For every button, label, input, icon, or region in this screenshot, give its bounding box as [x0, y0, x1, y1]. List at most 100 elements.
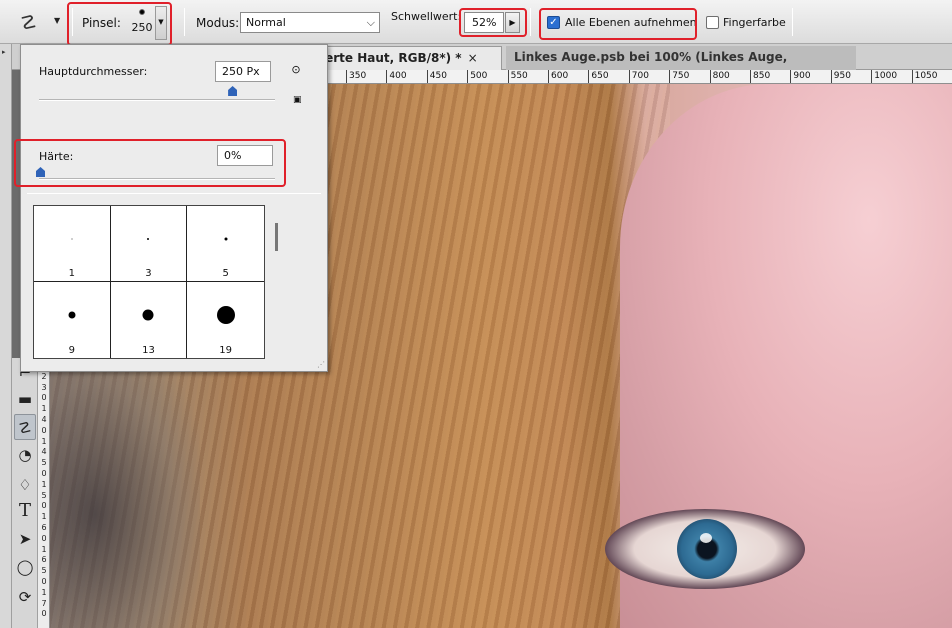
preset-scrollbar[interactable] — [271, 205, 283, 359]
ruler-tick-label: 0 — [41, 393, 47, 403]
ruler-tick-label: 7 — [41, 598, 47, 608]
eye-iris — [677, 519, 737, 579]
ruler-tick-label: 0 — [41, 577, 47, 586]
brush-preset-size: 3 — [145, 268, 152, 279]
dodge-icon[interactable]: ◔ — [14, 442, 36, 468]
ruler-tick-label: 900 — [790, 70, 811, 83]
smudge-icon[interactable]: ☡ — [14, 414, 36, 440]
threshold-input[interactable]: 52% — [464, 12, 504, 33]
tool-preset-dropdown-icon[interactable]: ▼ — [54, 16, 64, 26]
brush-preset[interactable]: 1 — [34, 206, 111, 282]
scrollbar-thumb[interactable] — [275, 223, 278, 251]
ellipse-icon[interactable]: ◯ — [14, 554, 36, 580]
ruler-tick-label: 350 — [346, 70, 366, 83]
ruler-tick-label: 950 — [830, 70, 851, 83]
sample-all-layers-checkbox[interactable]: ✓ — [547, 16, 560, 29]
mode-label: Modus: — [196, 16, 240, 30]
ruler-tick-label: 6 — [41, 523, 47, 532]
ruler-tick-label: 800 — [709, 70, 730, 83]
ruler-tick-label: 4 — [41, 415, 47, 424]
tab-document-1[interactable]: ierte Haut, RGB/8*) * × — [312, 46, 502, 70]
circle-arrow-icon[interactable]: ⊙ — [289, 63, 303, 77]
brush-preset[interactable]: 5 — [187, 206, 264, 282]
brush-tip-icon — [216, 306, 235, 325]
hardness-input[interactable]: 0% — [217, 145, 273, 166]
options-bar: ☡ ▼ Pinsel: 250 ▼ Modus: Normal ⌵ Schwel… — [0, 0, 952, 44]
gradient-icon[interactable]: ▬ — [14, 386, 36, 412]
diameter-slider[interactable] — [39, 99, 275, 101]
new-preset-icon[interactable]: ▣ — [293, 95, 303, 105]
hardness-slider-thumb[interactable] — [36, 167, 45, 177]
ruler-tick-label: 1050 — [911, 70, 938, 83]
type-icon[interactable]: T — [14, 498, 36, 524]
brush-preset-size: 5 — [222, 268, 229, 279]
ruler-tick-label: 5 — [41, 566, 47, 576]
ruler-tick-label: 500 — [467, 70, 487, 83]
brush-tip-icon — [71, 238, 73, 240]
brush-preset[interactable]: 9 — [34, 282, 111, 358]
toolbox: ⌐ ▬ ☡ ◔ ♢ T ➤ ◯ ⟳ — [12, 358, 38, 628]
brush-size-label: 250 — [131, 21, 153, 34]
3d-rotate-icon[interactable]: ⟳ — [14, 584, 36, 610]
horizontal-ruler[interactable]: 350 400 450 500 550 600 650 700 750 800 850 900 950 1… — [320, 70, 952, 84]
path-select-icon[interactable]: ➤ — [14, 526, 36, 552]
finger-paint-label[interactable]: Fingerfarbe — [723, 16, 786, 29]
tab-title: ierte Haut, RGB/8*) * — [321, 51, 462, 65]
diameter-label: Hauptdurchmesser: — [39, 65, 148, 78]
ruler-tick-label: 1 — [41, 587, 47, 597]
ruler-tick-label: 1 — [41, 544, 47, 554]
diameter-input[interactable]: 250 Px — [215, 61, 271, 82]
separator — [72, 8, 73, 36]
separator — [530, 8, 531, 36]
ruler-tick-label: 700 — [628, 70, 649, 83]
hardness-label: Härte: — [39, 150, 74, 163]
ruler-tick-label: 1 — [41, 436, 47, 446]
ruler-tick-label: 450 — [426, 70, 447, 83]
panel-collapse-strip[interactable]: ▸ — [0, 44, 12, 628]
ruler-tick-label: 5 — [41, 458, 47, 468]
eye-area — [605, 509, 805, 589]
brush-tip-icon — [142, 309, 154, 321]
ruler-tick-label: 0 — [41, 469, 47, 478]
resize-grip-icon[interactable]: ⋰ — [317, 360, 325, 369]
ruler-tick-label: 5 — [41, 490, 47, 500]
mode-select-value: Normal — [246, 16, 286, 29]
close-icon[interactable]: × — [468, 51, 478, 65]
finger-paint-checkbox[interactable] — [706, 16, 719, 29]
ruler-tick-label: 1 — [41, 512, 47, 522]
brush-preset-size: 9 — [68, 345, 76, 356]
brush-preset[interactable]: 13 — [111, 282, 188, 358]
brush-preset[interactable]: 19 — [187, 282, 264, 358]
brush-tip-icon — [224, 237, 228, 241]
ruler-tick-label: 0 — [41, 609, 47, 619]
expand-arrow-icon[interactable]: ▸ — [2, 48, 6, 56]
diameter-slider-thumb[interactable] — [228, 86, 238, 96]
ruler-tick-label: 400 — [386, 70, 407, 83]
brush-tip-icon — [139, 9, 145, 15]
threshold-label: Schwellwert: — [391, 10, 462, 23]
brush-preview-button[interactable]: 250 — [130, 6, 154, 40]
ruler-tick-label: 850 — [750, 70, 770, 83]
ruler-tick-label: 600 — [548, 70, 568, 83]
threshold-slider-button[interactable]: ▶ — [505, 12, 520, 33]
ruler-tick-label: 0 — [41, 501, 47, 511]
tab-document-2[interactable]: Linkes Auge.psb bei 100% (Linkes Auge, R… — [506, 46, 856, 86]
ruler-tick-label: 550 — [507, 70, 528, 83]
hardness-slider[interactable] — [39, 178, 275, 180]
brush-preset-size: 13 — [142, 345, 155, 356]
brush-preset[interactable]: 3 — [110, 206, 188, 282]
smudge-icon[interactable]: ☡ — [20, 10, 50, 36]
divider — [27, 193, 321, 194]
pen-icon[interactable]: ♢ — [14, 472, 36, 498]
brush-picker-dropdown-button[interactable]: ▼ — [155, 6, 167, 40]
sample-all-layers-label[interactable]: Alle Ebenen aufnehmen — [565, 16, 697, 29]
eye-glint — [700, 533, 712, 543]
ruler-tick-label: 0 — [41, 533, 47, 543]
ruler-tick-label: 2 — [41, 371, 47, 381]
brush-tip-icon — [147, 238, 150, 240]
mode-select[interactable]: Normal ⌵ — [240, 12, 380, 33]
ruler-tick-label: 4 — [41, 447, 47, 457]
separator — [184, 8, 185, 36]
chevron-down-icon: ⌵ — [366, 16, 375, 29]
vertical-ruler[interactable]: 123014014501501601650170 — [38, 358, 50, 628]
